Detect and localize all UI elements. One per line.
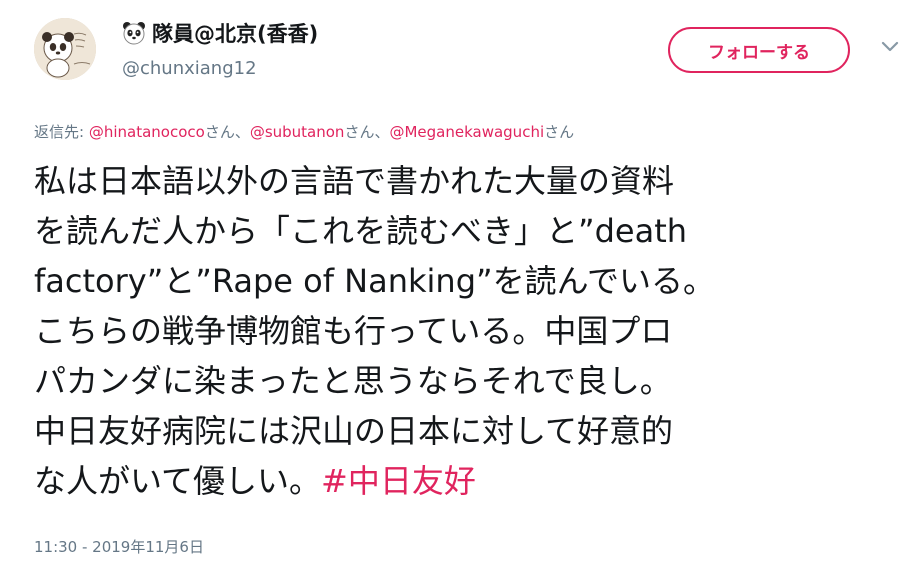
mention-link-meganekawaguchi[interactable]: @Meganekawaguchi [389, 123, 544, 141]
mention-suffix: さん、 [204, 123, 250, 141]
tweet-line-text: な人がいて優しい。 [34, 462, 322, 500]
tweet-line: 中日友好病院には沢山の日本に対して好意的 [34, 412, 674, 450]
display-name-row[interactable]: 隊員@北京(香香) [122, 18, 318, 48]
tweet-timestamp[interactable]: 11:30 - 2019年11月6日 [34, 536, 204, 557]
display-name: 隊員@北京(香香) [152, 22, 319, 46]
mention-link-subutanon[interactable]: @subutanon [250, 123, 345, 141]
tweet-line: パカンダに染まったと思うならそれで良し。 [34, 362, 672, 400]
hashtag-link[interactable]: #中日友好 [321, 462, 476, 500]
chevron-down-icon [881, 41, 899, 52]
panda-avatar-icon [34, 18, 96, 80]
mention-suffix: さん、 [344, 123, 390, 141]
more-menu-button[interactable] [880, 40, 900, 54]
tweet-line: こちらの戦争博物館も行っている。中国プロ [34, 312, 673, 350]
panda-face-icon [123, 22, 145, 45]
user-avatar[interactable] [34, 18, 96, 80]
tweet-text: 私は日本語以外の言語で書かれた大量の資料 を読んだ人から「これを読むべき」と”d… [34, 156, 896, 506]
mention-link-hinatanococo[interactable]: @hinatanococo [89, 123, 205, 141]
tweet-last-line: な人がいて優しい。#中日友好 [34, 456, 896, 506]
follow-button[interactable]: フォローする [668, 27, 850, 73]
reply-context: 返信先: @hinatanococoさん、@subutanonさん、@Megan… [34, 121, 574, 142]
tweet-line: factory”と”Rape of Nanking”を読んでいる。 [34, 262, 715, 300]
tweet-line: 私は日本語以外の言語で書かれた大量の資料 [34, 162, 675, 200]
user-handle[interactable]: @chunxiang12 [122, 58, 257, 79]
reply-prefix: 返信先: [34, 123, 89, 141]
mention-suffix: さん [544, 123, 575, 141]
tweet-line: を読んだ人から「これを読むべき」と”death [34, 212, 688, 250]
